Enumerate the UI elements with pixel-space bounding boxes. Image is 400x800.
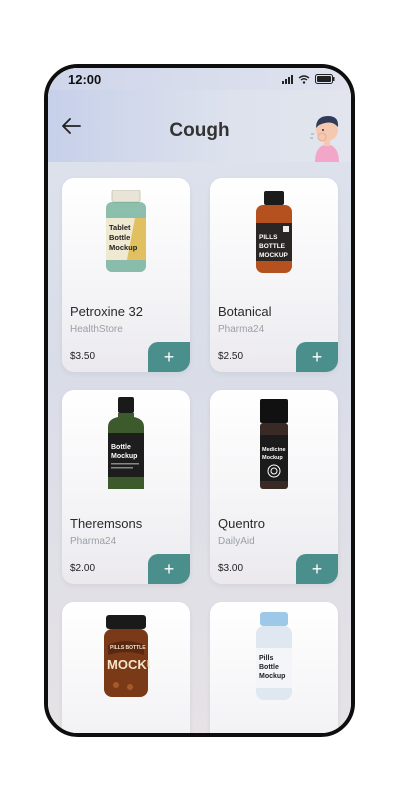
svg-text:Medicine: Medicine: [262, 447, 286, 453]
status-icons: [282, 74, 335, 84]
product-card[interactable]: Medicine Mockup Quentro DailyAid $3.00 +: [210, 390, 338, 584]
plus-icon: +: [163, 558, 175, 579]
add-to-cart-button[interactable]: +: [296, 342, 338, 372]
product-name: Botanical: [218, 304, 272, 319]
product-card[interactable]: Tablet Bottle Mockup Petroxine 32 Health…: [62, 178, 190, 372]
product-name: Petroxine 32: [70, 304, 143, 319]
svg-text:PILLS BOTTLE: PILLS BOTTLE: [110, 645, 146, 651]
coughing-person-avatar: [310, 116, 339, 162]
wifi-icon: [298, 74, 310, 84]
svg-text:Bottle: Bottle: [259, 664, 279, 671]
svg-text:Mockup: Mockup: [111, 453, 137, 460]
svg-text:PILLS: PILLS: [259, 234, 278, 241]
product-card[interactable]: PILLS BOTTLE MOCKUP Botanical Pharma24 $…: [210, 178, 338, 372]
svg-text:Mockup: Mockup: [259, 673, 285, 680]
green-bottle-image: Bottle Mockup: [108, 397, 144, 489]
product-card[interactable]: PILLS BOTTLE MOCKU: [62, 602, 190, 733]
product-image: PILLS BOTTLE MOCKUP: [210, 178, 338, 288]
product-image: PILLS BOTTLE MOCKU: [62, 602, 190, 712]
product-price: $2.00: [70, 563, 96, 574]
product-store: Pharma24: [218, 324, 265, 335]
svg-text:Mockup: Mockup: [109, 243, 138, 252]
app-screen: 12:00 Cough Tablet Bottle Mockup Petroxi…: [48, 68, 351, 733]
tablet-bottle-image: Tablet Bottle Mockup: [106, 190, 146, 272]
product-price: $3.00: [218, 563, 244, 574]
status-bar: 12:00: [48, 68, 351, 90]
page-header: Cough: [48, 90, 351, 162]
plus-icon: +: [311, 346, 323, 367]
white-pill-bottle-image: Pills Bottle Mockup: [256, 612, 292, 700]
phone-frame: 12:00 Cough Tablet Bottle Mockup Petroxi…: [44, 64, 355, 737]
product-price: $2.50: [218, 351, 244, 362]
svg-text:MOCKU: MOCKU: [107, 657, 150, 672]
add-to-cart-button[interactable]: +: [148, 342, 190, 372]
product-store: DailyAid: [218, 536, 255, 547]
product-name: Quentro: [218, 516, 265, 531]
svg-text:MOCKUP: MOCKUP: [259, 252, 289, 259]
product-store: Pharma24: [70, 536, 117, 547]
status-time: 12:00: [68, 72, 102, 87]
svg-text:Mockup: Mockup: [262, 455, 283, 461]
product-price: $3.50: [70, 351, 96, 362]
svg-text:Tablet: Tablet: [109, 223, 131, 232]
product-image: Medicine Mockup: [210, 390, 338, 500]
product-image: Pills Bottle Mockup: [210, 602, 338, 712]
svg-text:Pills: Pills: [259, 655, 274, 662]
add-to-cart-button[interactable]: +: [148, 554, 190, 584]
battery-icon: [315, 74, 335, 84]
add-to-cart-button[interactable]: +: [296, 554, 338, 584]
plus-icon: +: [311, 558, 323, 579]
svg-text:BOTTLE: BOTTLE: [259, 243, 286, 250]
plus-icon: +: [163, 346, 175, 367]
page-title: Cough: [169, 120, 230, 141]
medicine-vial-image: Medicine Mockup: [260, 399, 288, 489]
product-card[interactable]: Pills Bottle Mockup: [210, 602, 338, 733]
product-name: Theremsons: [70, 516, 143, 531]
product-image: Tablet Bottle Mockup: [62, 178, 190, 288]
product-store: HealthStore: [70, 324, 123, 335]
svg-text:Bottle: Bottle: [109, 233, 130, 242]
product-image: Bottle Mockup: [62, 390, 190, 500]
svg-text:Bottle: Bottle: [111, 444, 131, 451]
signal-icon: [282, 74, 293, 84]
amber-jar-image: PILLS BOTTLE MOCKU: [104, 615, 150, 697]
product-card[interactable]: Bottle Mockup Theremsons Pharma24 $2.00 …: [62, 390, 190, 584]
amber-pill-bottle-image: PILLS BOTTLE MOCKUP: [256, 191, 292, 273]
